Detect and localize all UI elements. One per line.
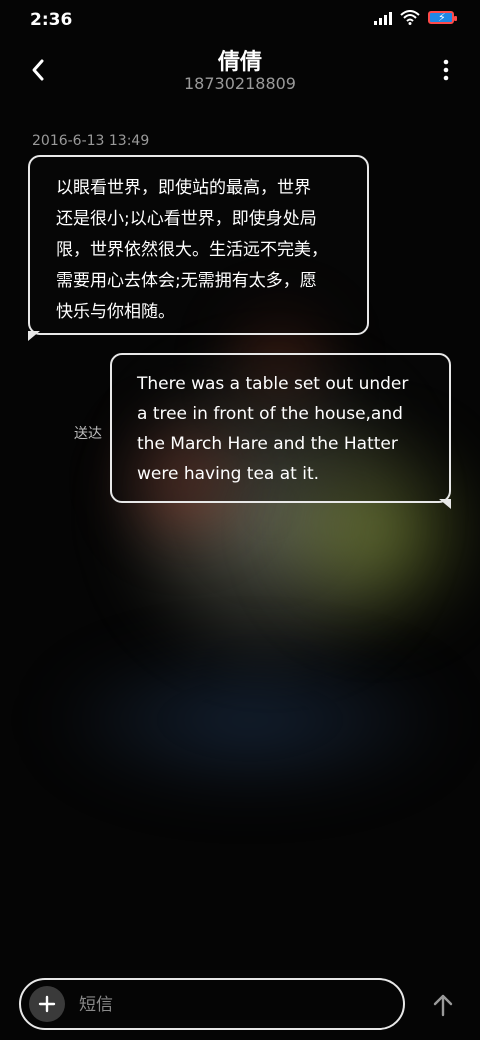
plus-icon bbox=[38, 995, 56, 1013]
outgoing-message-bubble[interactable]: There was a table set out under a tree i… bbox=[110, 353, 451, 509]
battery-charging-icon: ⚡ bbox=[428, 11, 457, 24]
message-line: 快乐与你相随。 bbox=[56, 302, 175, 322]
status-icons: ⚡ bbox=[374, 10, 457, 25]
message-line: 以眼看世界，即使站的最高，世界 bbox=[56, 178, 311, 198]
delivery-status: 送达 bbox=[74, 426, 102, 442]
add-attachment-button[interactable] bbox=[29, 986, 65, 1022]
message-line: 还是很小;以心看世界，即使身处局 bbox=[56, 209, 317, 229]
status-bar: 2:36 ⚡ bbox=[0, 0, 480, 40]
conversation-header: 倩倩 18730218809 bbox=[0, 42, 480, 102]
message-line: 需要用心去体会;无需拥有太多，愿 bbox=[56, 271, 317, 291]
message-composer bbox=[19, 978, 405, 1030]
message-line: There was a table set out under bbox=[137, 374, 409, 394]
more-options-button[interactable] bbox=[434, 54, 458, 86]
incoming-message-bubble[interactable]: 以眼看世界，即使站的最高，世界 还是很小;以心看世界，即使身处局 限，世界依然很… bbox=[28, 155, 369, 341]
contact-name: 倩倩 bbox=[217, 50, 262, 75]
send-button[interactable] bbox=[428, 990, 458, 1020]
signal-icon bbox=[374, 11, 392, 25]
status-time: 2:36 bbox=[30, 10, 73, 30]
message-line: were having tea at it. bbox=[137, 464, 320, 484]
message-line: 限，世界依然很大。生活远不完美， bbox=[56, 240, 328, 260]
send-arrow-icon bbox=[433, 994, 453, 1017]
bubble-tail bbox=[28, 331, 40, 341]
message-line: a tree in front of the house,and bbox=[137, 404, 403, 424]
contact-phone-number: 18730218809 bbox=[184, 74, 296, 93]
message-timestamp: 2016-6-13 13:49 bbox=[32, 133, 150, 149]
bubble-tail bbox=[439, 499, 451, 509]
sms-input[interactable] bbox=[77, 988, 381, 1022]
more-vert-icon bbox=[443, 59, 449, 81]
message-line: the March Hare and the Hatter bbox=[137, 434, 398, 454]
wifi-icon bbox=[400, 10, 420, 25]
